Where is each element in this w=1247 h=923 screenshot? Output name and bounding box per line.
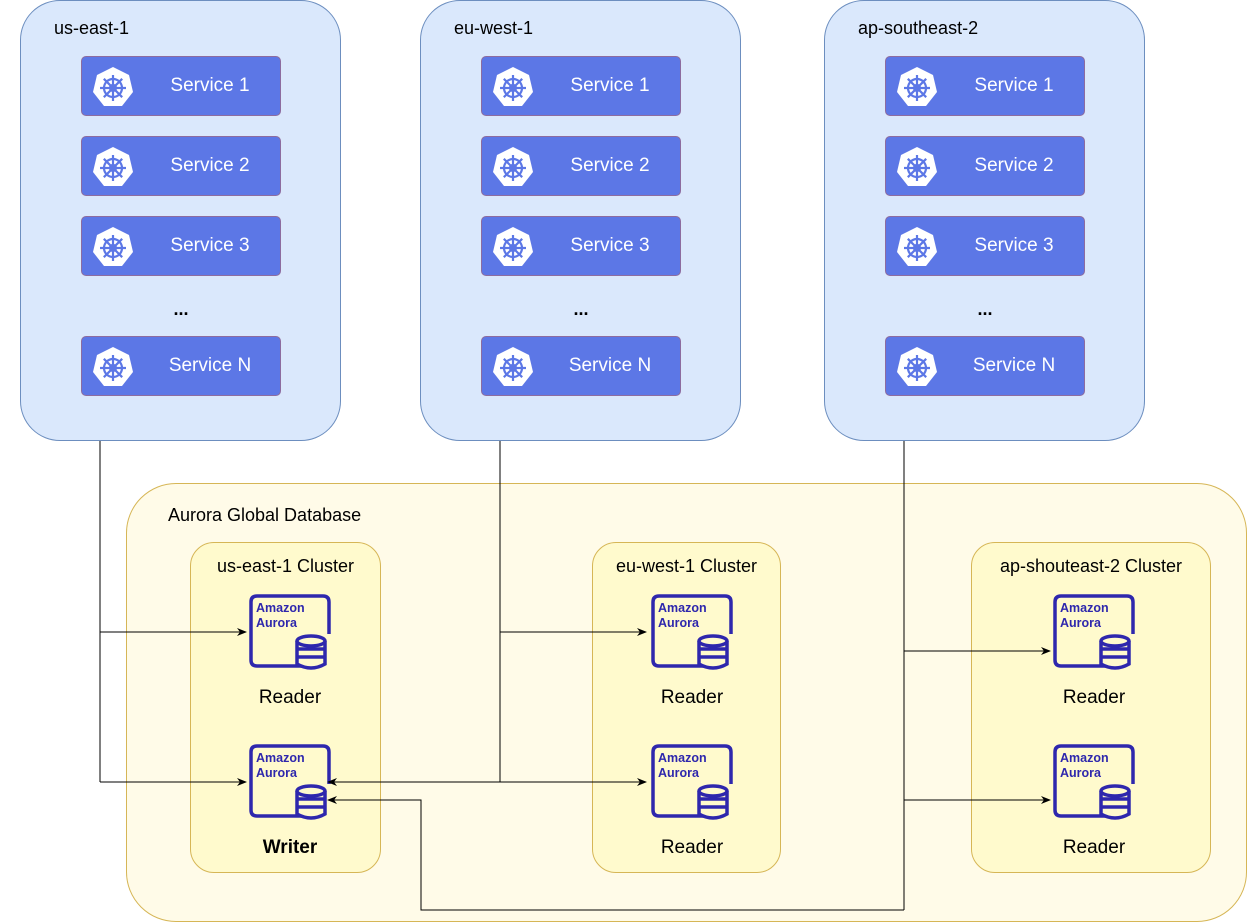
connections: [99, 441, 1051, 911]
diagram: us-east-1 Service 1 Service 2 Service 3 …: [0, 0, 1247, 923]
arrow-ap-writer: [327, 796, 904, 911]
